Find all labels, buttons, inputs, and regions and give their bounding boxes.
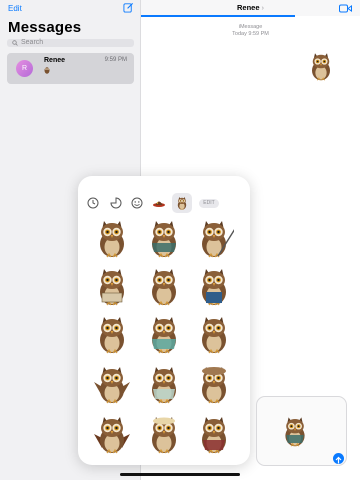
sticker-tabs: EDIT (78, 176, 250, 218)
conversation-name: Renee (44, 57, 66, 64)
recents-icon[interactable] (86, 196, 100, 210)
emoji-smile-icon[interactable] (130, 196, 144, 210)
sticker-item[interactable] (194, 362, 234, 406)
sticker-drawer: EDIT (78, 176, 250, 465)
message-compose-field[interactable] (256, 396, 347, 466)
message-timestamp: Today 9:59 PM (232, 31, 269, 37)
page-title: Messages (8, 19, 82, 36)
sticker-item[interactable] (194, 312, 234, 356)
compose-icon[interactable] (123, 2, 134, 13)
owl-pack-tab[interactable] (172, 193, 192, 213)
service-name: iMessage (238, 24, 263, 30)
message-service-label: iMessage Today 9:59 PM (141, 24, 360, 38)
sticker-item[interactable] (92, 312, 132, 356)
sidebar-toolbar: Edit (0, 0, 141, 16)
sticker-item[interactable] (144, 216, 184, 260)
send-progress-bar (141, 15, 295, 17)
search-icon (12, 40, 18, 46)
sticker-item[interactable] (144, 312, 184, 356)
sticker-item[interactable] (144, 264, 184, 308)
sticker-peel-icon[interactable] (109, 196, 123, 210)
search-input[interactable]: Search (7, 39, 134, 47)
sticker-item[interactable] (92, 362, 132, 406)
arrow-up-icon (335, 456, 342, 464)
sticker-item[interactable] (92, 216, 132, 260)
chevron-right-icon: › (261, 3, 265, 12)
sticker-item[interactable] (144, 412, 184, 456)
sticker-item[interactable] (92, 264, 132, 308)
conversation-time: 9:59 PM (104, 57, 127, 63)
sticker-item[interactable] (194, 216, 234, 260)
avatar: R (16, 60, 33, 77)
sticker-item[interactable] (194, 412, 234, 456)
hat-sticker-icon[interactable] (152, 196, 166, 210)
sent-owl-sticker[interactable] (306, 47, 336, 85)
send-button[interactable] (333, 453, 344, 464)
sticker-item[interactable] (194, 264, 234, 308)
edit-button[interactable]: Edit (8, 4, 22, 13)
owl-sticker-pack-icon (177, 196, 187, 210)
sticker-item[interactable] (144, 362, 184, 406)
edit-stickers-button[interactable]: EDIT (199, 199, 219, 208)
search-placeholder: Search (21, 39, 44, 46)
staged-owl-sticker[interactable] (279, 411, 311, 451)
conversation-row-renee[interactable]: R Renee 9:59 PM (7, 53, 134, 84)
video-call-icon[interactable] (339, 4, 352, 13)
sticker-preview-icon (44, 67, 50, 74)
home-indicator (120, 473, 240, 476)
contact-name-button[interactable]: Renee › (141, 3, 360, 12)
chat-header: Renee › (141, 0, 360, 16)
contact-name: Renee (236, 3, 260, 12)
sticker-item[interactable] (92, 412, 132, 456)
